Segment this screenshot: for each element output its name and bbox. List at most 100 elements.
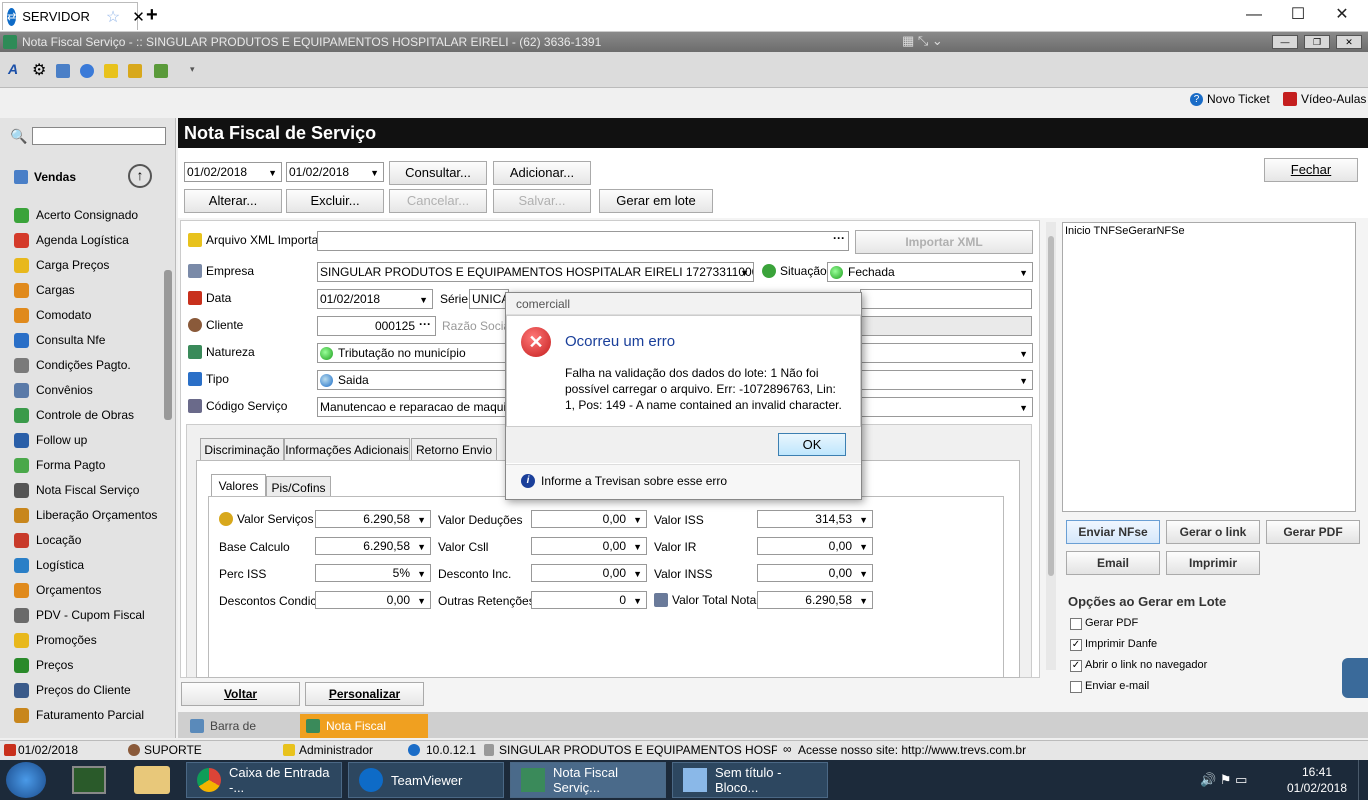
novo-ticket-link[interactable]: ? Novo Ticket: [1190, 92, 1270, 106]
base-calculo-input[interactable]: 6.290,58: [315, 537, 431, 555]
subtab-piscofins[interactable]: Pis/Cofins: [266, 476, 331, 498]
desc-condic-input[interactable]: 0,00: [315, 591, 431, 609]
tray-clock[interactable]: 16:41 01/02/2018: [1282, 765, 1352, 795]
mdi-close-icon[interactable]: ✕: [1336, 35, 1362, 49]
sidebar-item[interactable]: PDV - Cupom Fiscal: [14, 604, 164, 626]
tab-retorno[interactable]: Retorno Envio: [411, 438, 497, 460]
mdi-minimize-icon[interactable]: —: [1272, 35, 1298, 49]
arquivo-input[interactable]: [317, 231, 849, 251]
close-window-icon[interactable]: ✕: [1320, 4, 1364, 26]
sidebar-item[interactable]: Forma Pagto: [14, 454, 164, 476]
sidebar-search-input[interactable]: [32, 127, 166, 145]
gerar-link-button[interactable]: Gerar o link: [1166, 520, 1260, 544]
task-nota-fiscal[interactable]: Nota Fiscal Serviç...: [510, 762, 666, 798]
valor-servicos-input[interactable]: 6.290,58: [315, 510, 431, 528]
excluir-button[interactable]: Excluir...: [286, 189, 384, 213]
doc-tab-barra[interactable]: Barra de Botões: [184, 714, 294, 757]
dialog-info-link[interactable]: Informe a Trevisan sobre esse erro: [541, 474, 727, 488]
voltar-button[interactable]: Voltar: [181, 682, 300, 706]
outras-ret-input[interactable]: 0: [531, 591, 647, 609]
cliente-browse-icon[interactable]: ···: [419, 317, 431, 331]
sidebar-item[interactable]: Controle de Obras: [14, 404, 164, 426]
browse-icon[interactable]: ···: [833, 231, 845, 245]
valor-csll-input[interactable]: 0,00: [531, 537, 647, 555]
start-button[interactable]: [6, 762, 46, 798]
show-desktop-button[interactable]: [1358, 760, 1368, 800]
ok-button[interactable]: OK: [778, 433, 846, 456]
numero-input[interactable]: [860, 289, 1032, 309]
valor-ir-input[interactable]: 0,00: [757, 537, 873, 555]
tray-icons[interactable]: 🔊 ⚑ ▭: [1200, 772, 1247, 788]
user-icon[interactable]: [80, 64, 94, 78]
sidebar-item[interactable]: Preços do Cliente: [14, 679, 164, 701]
fechar-button[interactable]: Fechar: [1264, 158, 1358, 182]
cancelar-button[interactable]: Cancelar...: [389, 189, 487, 213]
email-button[interactable]: Email: [1066, 551, 1160, 575]
lock-icon[interactable]: [128, 64, 142, 78]
mdi-restore-icon[interactable]: ❐: [1304, 35, 1330, 49]
gear-icon[interactable]: ⚙: [32, 60, 46, 79]
enviar-nfse-button[interactable]: Enviar NFse: [1066, 520, 1160, 544]
teamviewer-side-handle[interactable]: [1342, 658, 1368, 698]
tab-servidor[interactable]: ⇄ SERVIDOR ☆ ✕: [2, 2, 145, 30]
exit-icon[interactable]: [154, 64, 168, 78]
date-from-input[interactable]: 01/02/2018: [184, 162, 282, 182]
situacao-select[interactable]: Fechada: [827, 262, 1033, 282]
new-tab-icon[interactable]: +: [146, 4, 158, 27]
sidebar-item[interactable]: Orçamentos: [14, 579, 164, 601]
toolbar-dropdown-icon[interactable]: ▾: [190, 64, 195, 75]
taskbar-app-monitor-icon[interactable]: [72, 766, 106, 794]
sidebar-item[interactable]: Acerto Consignado: [14, 204, 164, 226]
video-aulas-link[interactable]: Vídeo-Aulas: [1283, 92, 1366, 106]
valor-iss-input[interactable]: 314,53: [757, 510, 873, 528]
valor-total-input[interactable]: 6.290,58: [757, 591, 873, 609]
sidebar-scrollbar[interactable]: [164, 270, 172, 420]
sidebar-item[interactable]: Logística: [14, 554, 164, 576]
abrir-link-checkbox[interactable]: ✓: [1070, 660, 1082, 672]
valor-inss-input[interactable]: 0,00: [757, 564, 873, 582]
sidebar-item[interactable]: Liberação Orçamentos: [14, 504, 164, 526]
tab-discriminacao[interactable]: Discriminação: [200, 438, 284, 460]
serie-input[interactable]: UNICA: [469, 289, 509, 309]
enviar-email-checkbox[interactable]: [1070, 681, 1082, 693]
gerar-lote-button[interactable]: Gerar em lote: [599, 189, 713, 213]
sidebar-item[interactable]: Cargas: [14, 279, 164, 301]
personalizar-button[interactable]: Personalizar: [305, 682, 424, 706]
subtab-valores[interactable]: Valores: [211, 474, 266, 496]
doc-tab-nota[interactable]: Nota Fiscal Serviço: [300, 714, 428, 757]
taskbar-explorer-icon[interactable]: [134, 766, 170, 794]
sidebar-item[interactable]: Locação: [14, 529, 164, 551]
sidebar-item[interactable]: Promoções: [14, 629, 164, 651]
perc-iss-input[interactable]: 5%: [315, 564, 431, 582]
minimize-icon[interactable]: —: [1232, 4, 1276, 26]
close-tab-icon[interactable]: ✕: [132, 8, 145, 26]
sidebar-item[interactable]: Agenda Logística: [14, 229, 164, 251]
key-icon[interactable]: [104, 64, 118, 78]
empresa-select[interactable]: SINGULAR PRODUTOS E EQUIPAMENTOS HOSPITA…: [317, 262, 754, 282]
sidebar-item[interactable]: Follow up: [14, 429, 164, 451]
font-icon[interactable]: A: [8, 61, 22, 77]
date-to-input[interactable]: 01/02/2018: [286, 162, 384, 182]
sidebar-item[interactable]: Faturamento Parcial: [14, 704, 164, 726]
form-scrollbar-thumb[interactable]: [1048, 236, 1054, 576]
imprimir-danfe-checkbox[interactable]: ✓: [1070, 639, 1082, 651]
valor-deducoes-input[interactable]: 0,00: [531, 510, 647, 528]
sidebar-item[interactable]: Comodato: [14, 304, 164, 326]
sidebar-item[interactable]: Preços: [14, 654, 164, 676]
imprimir-button[interactable]: Imprimir: [1166, 551, 1260, 575]
task-chrome[interactable]: Caixa de Entrada -...: [186, 762, 342, 798]
sidebar-item[interactable]: Carga Preços: [14, 254, 164, 276]
gerar-pdf-checkbox[interactable]: [1070, 618, 1082, 630]
adicionar-button[interactable]: Adicionar...: [493, 161, 591, 185]
alterar-button[interactable]: Alterar...: [184, 189, 282, 213]
status-site[interactable]: Acesse nosso site: http://www.trevs.com.…: [798, 743, 1026, 757]
task-notepad[interactable]: Sem título - Bloco...: [672, 762, 828, 798]
sidebar-item[interactable]: Convênios: [14, 379, 164, 401]
remote-controls-icon[interactable]: ▦ ⤡ ⌄: [902, 33, 952, 49]
gerar-pdf-button[interactable]: Gerar PDF: [1266, 520, 1360, 544]
data-input[interactable]: 01/02/2018: [317, 289, 433, 309]
consultar-button[interactable]: Consultar...: [389, 161, 487, 185]
desconto-inc-input[interactable]: 0,00: [531, 564, 647, 582]
star-icon[interactable]: ☆: [106, 7, 120, 27]
maximize-icon[interactable]: ☐: [1276, 4, 1320, 26]
